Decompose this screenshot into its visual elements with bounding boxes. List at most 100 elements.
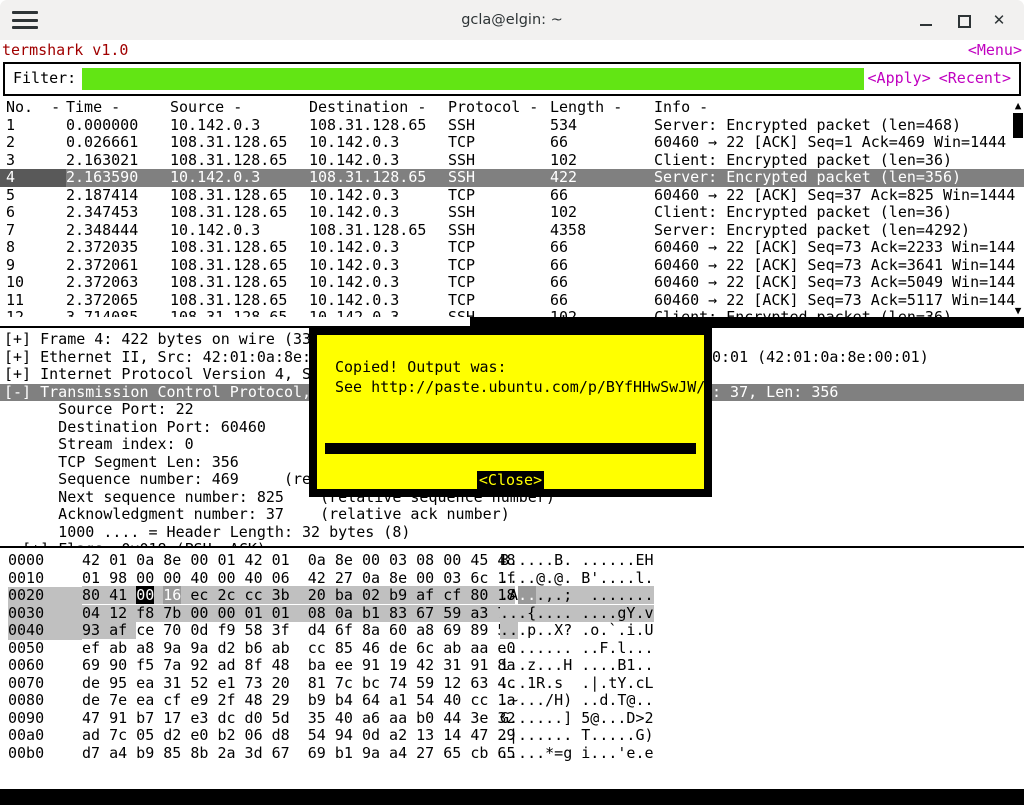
packet-cell-dst: 10.142.0.3 [309,308,400,317]
hex-ascii: .....*=g i...'e.e [500,743,654,762]
window-title: gcla@elgin: ~ [461,12,563,28]
ascii-group: .,.; ....... [536,586,654,604]
packet-cell-time: 2.347453 [66,203,139,221]
column-header-src[interactable]: Source - [170,99,309,117]
packet-cell-src: 108.31.128.65 [170,290,288,309]
packet-cell-no: 10 [6,273,25,291]
packet-row[interactable]: 7 2.348444 10.142.0.3 108.31.128.65 SSH 4358 S… [0,220,1024,240]
packet-row[interactable]: 10 2.372063 108.31.128.65 10.142.0.3 TCP 66 60… [0,273,1024,292]
packet-cell-len: 102 [550,308,578,317]
packet-list-rows: No. - Time - Source - Destination - Protocol… [0,99,1024,317]
scroll-up-arrow[interactable]: ▲ [1012,99,1024,112]
column-header-len[interactable]: Length - [550,99,654,117]
packet-bytes-pane[interactable]: 0000 42 01 0a 8e 00 01 42 01 0a 8e 00 03 … [0,548,1024,766]
packet-cell-src: 10.142.0.3 [170,220,261,239]
hex-ascii: ....@.@. B'....l. [500,568,654,587]
hex-offset: 0000 [8,551,45,569]
filter-input[interactable] [82,68,864,90]
packet-cell-proto: SSH [448,150,476,169]
packet-cell-time: 2.372035 [66,238,139,256]
packet-cell-proto: TCP [448,238,476,256]
packet-row[interactable]: 2 0.026661 108.31.128.65 10.142.0.3 TCP 66 604… [0,133,1024,152]
hex-offset: 0050 [8,638,45,657]
packet-cell-proto: SSH [448,115,476,134]
packet-row[interactable]: 1 0.000000 10.142.0.3 108.31.128.65 SSH 534 Se… [0,115,1024,135]
packet-list-scrollbar[interactable]: ▲ ▼ [1012,99,1024,317]
filter-bar: Filter: <Apply> <Recent> [3,62,1021,96]
packet-cell-proto: TCP [448,290,476,309]
packet-cell-no: 3 [6,150,16,169]
column-header-dst[interactable]: Destination - [309,99,448,117]
hex-ascii: i..z...H ....B1.. [500,656,654,674]
packet-cell-time: 2.163590 [66,168,139,186]
detail-row[interactable]: 1000 .... = Header Length: 32 bytes (8) [0,523,1024,542]
packet-row[interactable]: 5 2.187414 108.31.128.65 10.142.0.3 TCP 66 604… [0,186,1024,205]
packet-cell-proto: SSH [448,168,476,186]
packet-cell-proto: SSH [448,203,476,221]
hex-bytes: 93 af ce 70 0d f9 58 3f d4 6f 8a 60 a8 6… [82,621,515,640]
packet-cell-len: 102 [550,203,578,221]
maximize-icon[interactable] [954,11,972,29]
hex-row[interactable]: 00a0 ad 7c 05 d2 e0 b2 06 d8 54 94 0d a2 … [0,726,1024,745]
packet-cell-dst: 108.31.128.65 [309,115,427,134]
packet-row[interactable]: 3 2.163021 108.31.128.65 10.142.0.3 SSH 102 Cl… [0,150,1024,170]
packet-cell-dst: 108.31.128.65 [309,220,427,239]
packet-cell-time: 2.372063 [66,273,139,291]
hex-offset: 0010 [8,568,45,587]
status-strip [0,789,1024,805]
packet-row[interactable]: 4 2.163590 10.142.0.3 108.31.128.65 SSH 422 Se… [0,168,1024,187]
packet-list-hscrollbar[interactable] [0,317,1024,326]
packet-row[interactable]: 11 2.372065 108.31.128.65 10.142.0.3 TCP 66 60… [0,290,1024,310]
packet-cell-dst: 10.142.0.3 [309,150,400,169]
hamburger-icon[interactable] [12,11,38,29]
hex-offset: 0070 [8,673,45,692]
hex-row[interactable]: 0050 ef ab a8 9a 9a d2 b6 ab cc 85 46 de … [0,638,1024,658]
packet-cell-src: 108.31.128.65 [170,308,288,317]
hex-row[interactable]: 0000 42 01 0a 8e 00 01 42 01 0a 8e 00 03 … [0,551,1024,570]
scroll-down-arrow[interactable]: ▼ [1012,304,1024,317]
scrollbar-thumb[interactable] [1013,113,1023,138]
hex-offset: 00b0 [8,743,45,762]
close-icon[interactable]: ✕ [990,11,1008,29]
hex-row[interactable]: 0090 47 91 b7 17 e3 dc d0 5d 35 40 a6 aa … [0,709,1024,728]
hex-byte-group: ce 70 0d f9 58 3f d4 6f 8a 60 a8 69 89 5… [136,621,516,639]
packet-row[interactable]: 8 2.372035 108.31.128.65 10.142.0.3 TCP 66 604… [0,238,1024,257]
menu-link[interactable]: <Menu> [968,40,1022,60]
hex-byte-group: 16 [163,586,182,604]
packet-cell-info: Client: Encrypted packet (len=36) [654,150,953,169]
packet-list[interactable]: No. - Time - Source - Destination - Protocol… [0,99,1024,317]
packet-cell-len: 4358 [550,220,587,239]
hex-row[interactable]: 0060 69 90 f5 7a 92 ad 8f 48 ba ee 91 19 … [0,656,1024,675]
column-header-info[interactable]: Info - [654,99,1024,117]
dialog-close-button[interactable]: <Close> [317,470,704,489]
apply-button[interactable]: <Apply> [864,70,935,88]
ascii-group: .p..X? .o.`.i.U [518,621,654,639]
app-header: termshark v1.0 <Menu> [0,40,1024,60]
detail-row[interactable]: [+] Flags: 0x018 (PSH, ACK) [0,540,1024,546]
packet-row[interactable]: 9 2.372061 108.31.128.65 10.142.0.3 TCP 66 604… [0,256,1024,275]
column-header-proto[interactable]: Protocol - [448,99,550,117]
packet-row[interactable]: 6 2.347453 108.31.128.65 10.142.0.3 SSH 102 Cl… [0,203,1024,222]
column-header-time[interactable]: Time - [66,99,170,117]
hex-row[interactable]: 0040 93 af ce 70 0d f9 58 3f d4 6f 8a 60 … [0,621,1024,640]
hex-row[interactable]: 0010 01 98 00 00 40 00 40 06 42 27 0a 8e … [0,568,1024,588]
hex-row[interactable]: 0070 de 95 ea 31 52 e1 73 20 81 7c bc 74 … [0,673,1024,693]
hex-row[interactable]: 0030 04 12 f8 7b 00 00 01 01 08 0a b1 83 … [0,604,1024,622]
hex-offset: 0060 [8,656,45,674]
hex-row[interactable]: 0080 de 7e ea cf e9 2f 48 29 b9 b4 64 a1 … [0,691,1024,710]
copied-dialog: Copied! Output was: See http://paste.ubu… [309,327,712,497]
hex-row[interactable]: 00b0 d7 a4 b9 85 8b 2a 3d 67 69 b1 9a a4 … [0,743,1024,763]
hex-row[interactable]: 0020 80 41 00 16 ec 2c cc 3b 20 ba 02 b9 … [0,586,1024,605]
packet-cell-len: 66 [550,290,569,309]
packet-row[interactable]: 12 3.714085 108.31.128.65 10.142.0.3 SSH 102 C… [0,308,1024,317]
recent-button[interactable]: <Recent> [935,70,1019,88]
hscrollbar-thumb[interactable] [470,317,1024,326]
packet-cell-no: 6 [6,203,16,221]
packet-cell-time: 0.000000 [66,115,139,134]
packet-cell-src: 108.31.128.65 [170,150,288,169]
detail-row[interactable]: Acknowledgment number: 37 (relative ack … [0,505,1024,524]
packet-cell-len: 66 [550,273,569,291]
minimize-icon[interactable] [918,11,936,29]
column-header-no[interactable]: No. - [0,99,66,117]
app-brand: termshark v1.0 [2,41,129,59]
